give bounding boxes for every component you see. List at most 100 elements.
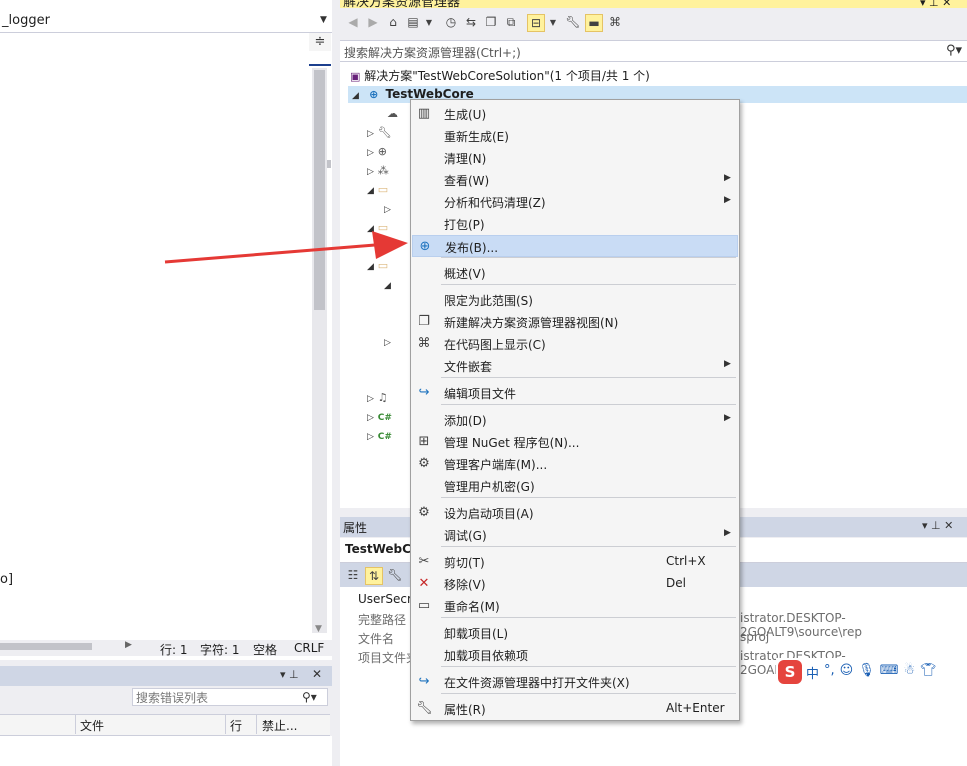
menu-item[interactable]: ❐ 新建解决方案资源管理器视图(N): [412, 311, 738, 333]
menu-item[interactable]: ✕ 移除(V) Del: [412, 573, 738, 595]
menu-item[interactable]: ⊞ 管理 NuGet 程序包(N)...: [412, 431, 738, 453]
pin-icon[interactable]: ▾ ⊥: [280, 668, 299, 681]
home-icon[interactable]: ⌂: [385, 14, 401, 30]
active-document-icon[interactable]: ⊟: [527, 14, 545, 32]
menu-item[interactable]: 添加(D) ▶: [412, 409, 738, 431]
property-name[interactable]: 文件名: [358, 630, 394, 647]
menu-item[interactable]: ▥ 生成(U): [412, 103, 738, 125]
menu-item[interactable]: 查看(W) ▶: [412, 169, 738, 191]
menu-item[interactable]: 文件嵌套 ▶: [412, 355, 738, 377]
menu-item[interactable]: ⊕ 发布(B)...: [412, 235, 738, 257]
chevron-down-icon[interactable]: ▼: [320, 15, 327, 25]
expander-closed-icon[interactable]: ▷: [367, 413, 374, 423]
column-line[interactable]: 行: [230, 717, 242, 734]
back-icon[interactable]: ◀: [345, 14, 361, 30]
pin-icon[interactable]: ▾ ⊥ ✕: [922, 519, 953, 532]
menu-item[interactable]: ↪ 在文件资源管理器中打开文件夹(X): [412, 671, 738, 693]
tree-node-dependencies[interactable]: ▷ ⁂: [367, 163, 389, 177]
horizontal-scrollbar-thumb[interactable]: [0, 643, 92, 650]
tree-node-startup[interactable]: ▷ C#: [367, 428, 392, 442]
punctuation-icon[interactable]: °,: [824, 663, 835, 682]
tree-node-child[interactable]: ▷: [384, 334, 391, 348]
menu-item[interactable]: ▭ 重命名(M): [412, 595, 738, 617]
pane-divider[interactable]: [332, 0, 340, 766]
member-dropdown-text[interactable]: _logger: [2, 13, 50, 28]
tree-node-folder[interactable]: ◢ ▭: [367, 182, 388, 196]
expander-closed-icon[interactable]: ▷: [367, 148, 374, 158]
menu-item[interactable]: ⚙ 管理客户端库(M)...: [412, 453, 738, 475]
split-editor-button[interactable]: ≑: [309, 33, 331, 51]
expander-open-icon[interactable]: ◢: [384, 281, 391, 291]
skin-icon[interactable]: 👕︎: [920, 663, 937, 682]
expander-closed-icon[interactable]: ▷: [367, 394, 374, 404]
search-icon[interactable]: ⚲▾: [946, 43, 962, 58]
pending-changes-icon[interactable]: ◷: [443, 14, 459, 30]
menu-item[interactable]: ⚙ 设为启动项目(A): [412, 502, 738, 524]
tree-node-wwwroot[interactable]: ▷ ⊕: [367, 144, 387, 158]
tree-node-connected-services[interactable]: ☁: [387, 106, 398, 120]
tree-node-child[interactable]: ▷: [384, 201, 391, 215]
emoji-icon[interactable]: ☺: [840, 663, 854, 682]
solution-search-input[interactable]: 搜索解决方案资源管理器(Ctrl+;): [344, 44, 521, 61]
forward-icon[interactable]: ▶: [365, 14, 381, 30]
user-icon[interactable]: ☃: [904, 663, 916, 682]
microphone-icon[interactable]: 🎙︎: [858, 663, 875, 682]
menu-item[interactable]: 🔧︎ 属性(R) Alt+Enter: [412, 698, 738, 720]
alphabetical-icon[interactable]: ⇅: [365, 567, 383, 585]
status-whitespace[interactable]: 空格: [253, 641, 277, 658]
sogou-logo-icon[interactable]: S: [778, 660, 802, 684]
menu-item[interactable]: 概述(V): [412, 262, 738, 284]
scrollbar-thumb[interactable]: [314, 70, 325, 310]
property-name[interactable]: 项目文件夹: [358, 649, 418, 666]
close-icon[interactable]: ✕: [312, 667, 322, 681]
expander-closed-icon[interactable]: ▷: [367, 167, 374, 177]
solution-node[interactable]: ▣ 解决方案"TestWebCoreSolution"(1 个项目/共 1 个): [350, 67, 650, 84]
menu-item[interactable]: ✂ 剪切(T) Ctrl+X: [412, 551, 738, 573]
menu-item[interactable]: 限定为此范围(S): [412, 289, 738, 311]
expander-closed-icon[interactable]: ▷: [384, 205, 391, 215]
keyboard-icon[interactable]: ⌨: [880, 663, 899, 682]
property-value[interactable]: sproj: [740, 630, 769, 644]
chevron-down-icon[interactable]: ▼: [425, 14, 433, 30]
expander-closed-icon[interactable]: ▷: [384, 338, 391, 348]
column-suppression[interactable]: 禁止...: [262, 717, 297, 734]
code-editor[interactable]: [0, 0, 332, 660]
menu-item[interactable]: 打包(P): [412, 213, 738, 235]
column-file[interactable]: 文件: [80, 717, 104, 734]
sync-icon[interactable]: ⇆: [463, 14, 479, 30]
expander-open-icon[interactable]: ◢: [352, 91, 359, 101]
expander-closed-icon[interactable]: ▷: [367, 129, 374, 139]
property-pages-icon[interactable]: 🔧︎: [387, 567, 403, 583]
properties-object-name[interactable]: TestWebC: [345, 542, 411, 556]
menu-item[interactable]: 加载项目依赖项: [412, 644, 738, 666]
tree-node-appsettings[interactable]: ▷ ♫: [367, 390, 388, 404]
tree-node-program[interactable]: ▷ C#: [367, 409, 392, 423]
preview-icon[interactable]: ▬: [585, 14, 603, 32]
menu-item[interactable]: ↪ 编辑项目文件: [412, 382, 738, 404]
code-map-icon[interactable]: ⌘: [607, 14, 623, 30]
property-name[interactable]: UserSecr: [358, 592, 412, 606]
ime-language[interactable]: 中: [806, 663, 819, 682]
menu-item[interactable]: 清理(N): [412, 147, 738, 169]
search-icon[interactable]: ⚲▾: [302, 690, 317, 704]
menu-item[interactable]: 调试(G) ▶: [412, 524, 738, 546]
menu-item[interactable]: 重新生成(E): [412, 125, 738, 147]
menu-item[interactable]: 卸载项目(L): [412, 622, 738, 644]
menu-item[interactable]: 分析和代码清理(Z) ▶: [412, 191, 738, 213]
expander-open-icon[interactable]: ◢: [367, 186, 374, 196]
tree-node-child[interactable]: ◢: [384, 277, 391, 291]
error-search-input[interactable]: 搜索错误列表: [132, 688, 328, 706]
collapse-all-icon[interactable]: ❐: [483, 14, 499, 30]
property-name[interactable]: 完整路径: [358, 611, 406, 628]
menu-item[interactable]: ⌘ 在代码图上显示(C): [412, 333, 738, 355]
menu-item[interactable]: 管理用户机密(G): [412, 475, 738, 497]
show-all-files-icon[interactable]: ⧉: [503, 14, 519, 30]
tree-node-properties[interactable]: ▷ 🔧︎: [367, 125, 392, 139]
scroll-down-icon[interactable]: ▼: [315, 624, 322, 634]
chevron-down-icon[interactable]: ▼: [549, 14, 557, 30]
expander-closed-icon[interactable]: ▷: [367, 432, 374, 442]
status-line-ending[interactable]: CRLF: [294, 641, 324, 655]
switch-views-icon[interactable]: ▤: [405, 14, 421, 30]
property-value[interactable]: istrator.DESKTOP-2GOALT9\source\rep: [740, 611, 967, 639]
wrench-icon[interactable]: 🔧︎: [565, 14, 581, 30]
